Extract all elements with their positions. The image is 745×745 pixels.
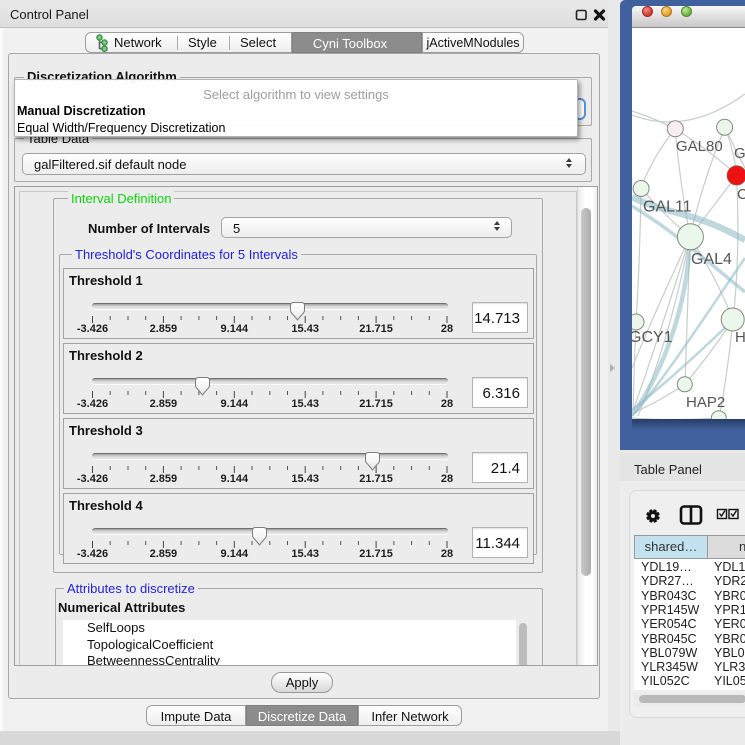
svg-text:GAL11: GAL11 — [643, 199, 692, 216]
svg-text:HAP2: HAP2 — [686, 394, 725, 411]
svg-text:GAL4: GAL4 — [691, 251, 732, 268]
svg-text:GAL80: GAL80 — [676, 138, 723, 155]
svg-text:GA: GA — [734, 145, 745, 162]
svg-text:GCY1: GCY1 — [632, 329, 673, 346]
svg-text:C: C — [737, 186, 745, 203]
svg-text:HA: HA — [735, 329, 745, 346]
